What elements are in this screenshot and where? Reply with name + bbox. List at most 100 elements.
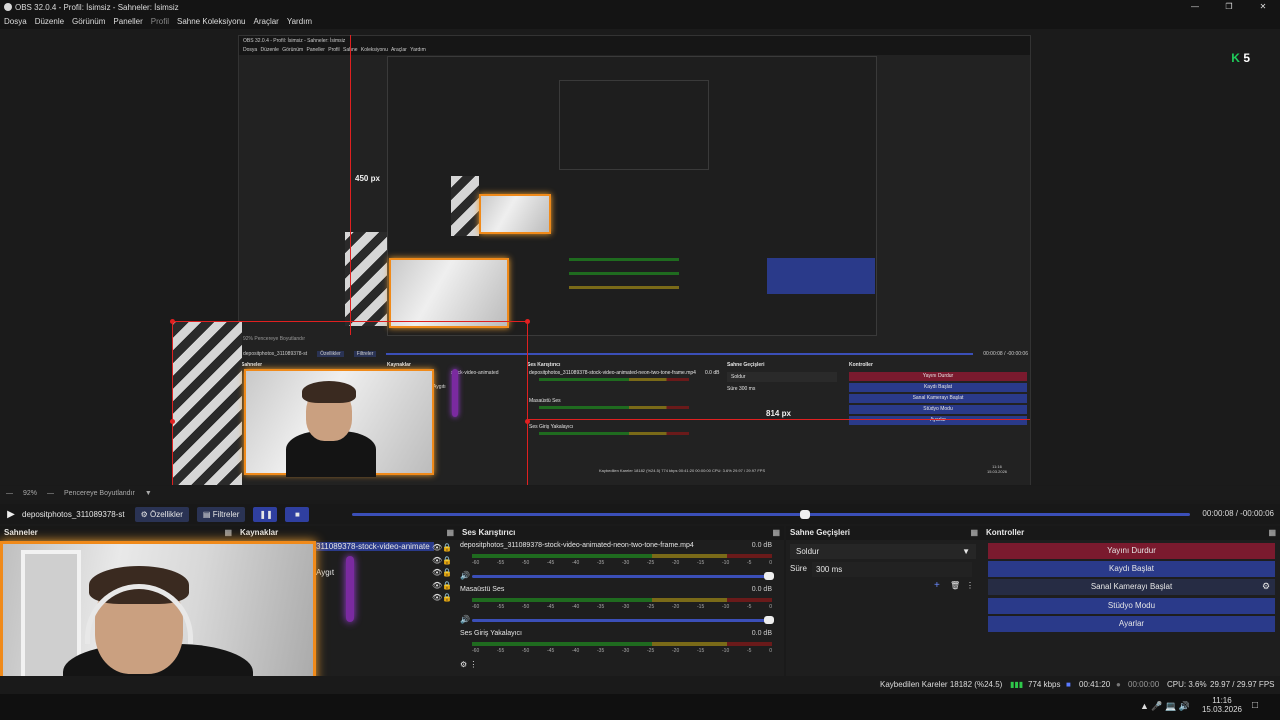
cpu-usage: CPU: 3.6%	[1167, 680, 1207, 689]
dock-options-icon[interactable]: ▦	[1268, 526, 1276, 540]
zoom-level[interactable]: 92%	[23, 490, 37, 497]
menu-paneller[interactable]: Paneller	[113, 17, 142, 26]
dock-options-icon[interactable]: ▦	[446, 526, 454, 540]
dock-options-icon[interactable]: ▦	[224, 526, 232, 540]
volume-slider[interactable]	[472, 572, 774, 580]
menu-sahne-koleksiyonu[interactable]: Sahne Koleksiyonu	[177, 17, 246, 26]
duration-input[interactable]: 300 ms	[812, 562, 972, 577]
close-icon[interactable]: ✕	[1246, 0, 1280, 14]
audio-mixer-dock: Ses Karıştırıcı ▦ depositphotos_311089378…	[458, 526, 784, 676]
menu-profil[interactable]: Profil	[151, 17, 169, 26]
source-item-selected[interactable]: 311089378-stock-video-animate	[316, 542, 434, 551]
minimize-icon[interactable]: —	[1178, 0, 1212, 14]
gear-icon: ⚙	[140, 509, 148, 519]
selection-outline	[527, 419, 1030, 420]
stop-button[interactable]: ■	[285, 506, 310, 522]
preview-webcam	[244, 369, 434, 477]
bitrate: 774 kbps	[1028, 680, 1061, 689]
stop-icon: ■	[294, 509, 300, 519]
preview-canvas[interactable]: K 5 OBS 32.0.4 - Profil: İsimsiz - Sahne…	[0, 29, 1280, 485]
maximize-icon[interactable]: ❐	[1212, 0, 1246, 14]
chevron-down-icon: ▼	[962, 547, 970, 556]
source-item[interactable]: Aygıt	[316, 568, 334, 577]
transitions-dock: Sahne Geçişleri ▦ Soldur ▼ Süre 300 ms + 🗑…	[786, 526, 982, 676]
nested-meter	[539, 406, 689, 409]
nested-sources-header: Kaynaklar	[387, 362, 411, 368]
resize-handle[interactable]	[170, 419, 175, 424]
volume-handle[interactable]	[764, 572, 774, 580]
filters-button[interactable]: ▤ Filtreler	[196, 506, 246, 522]
taskbar-clock[interactable]: 11:16 15.03.2026	[1200, 696, 1244, 714]
meter-scale: -60 -55 -50 -45 -40 -35 -30 -25 -20 -15 -10 -5 0	[472, 648, 772, 654]
status-bar: Kaybedilen Kareler 18182 (%24.5) ▮▮▮ 774…	[0, 676, 1280, 694]
mixer-track-2: Masaüstü Ses 0.0 dB -60 -55 -50 -45 -40 -35 -3…	[460, 586, 774, 624]
nested-clock: 11:16 15.03.2026	[987, 464, 1008, 474]
resize-handle[interactable]	[525, 419, 530, 424]
transition-select[interactable]: Soldur ▼	[790, 544, 976, 559]
volume-slider[interactable]	[472, 616, 774, 624]
selection-outline	[350, 35, 351, 335]
menu-dosya[interactable]: Dosya	[4, 17, 27, 26]
meter-scale: -60 -55 -50 -45 -40 -35 -30 -25 -20 -15 -10 -5 0	[472, 604, 772, 610]
stripe-pattern	[345, 232, 387, 326]
resize-handle[interactable]	[525, 319, 530, 324]
nested-source-item2: Aygıtı	[433, 384, 446, 390]
gear-icon[interactable]: ⚙	[1262, 581, 1270, 592]
pause-button[interactable]: ❚❚	[253, 506, 278, 522]
play-icon[interactable]: ▶	[0, 509, 22, 520]
trash-icon[interactable]: 🗑	[950, 581, 960, 590]
nested-webcam	[389, 258, 509, 328]
menu-yardim[interactable]: Yardım	[287, 17, 312, 26]
nested-scenes-header: Sahneler	[241, 362, 263, 368]
speaker-icon[interactable]: 🔊	[460, 571, 470, 580]
nested-mix-3: Ses Giriş Yakalayıcı	[529, 424, 574, 430]
volume-handle[interactable]	[764, 616, 774, 624]
height-label: 450 px	[355, 174, 380, 183]
nested-title: OBS 32.0.4 - Profil: İsimsiz - Sahneler:…	[239, 36, 1030, 46]
speaker-icon[interactable]: 🔊	[460, 615, 470, 624]
start-virtual-camera-button[interactable]: Sanal Kamerayı Başlat	[988, 579, 1275, 595]
menu-duzenle[interactable]: Düzenle	[35, 17, 64, 26]
scenes-header: Sahneler ▦	[0, 526, 236, 540]
add-icon[interactable]: +	[934, 580, 940, 591]
stop-streaming-button[interactable]: Yayını Durdur	[988, 543, 1275, 559]
dock-options-icon[interactable]: ▦	[970, 526, 978, 540]
obs-app-icon	[4, 3, 12, 11]
resize-handle[interactable]	[170, 319, 175, 324]
meter-scale: -60 -55 -50 -45 -40 -35 -30 -25 -20 -15 -10 -5 0	[472, 560, 772, 566]
mixer-settings-icon[interactable]: ⚙ ⋮	[460, 660, 477, 669]
audio-meter	[472, 642, 772, 646]
nested-mix-db: 0.0 dB	[705, 370, 720, 376]
selection-outline	[172, 321, 527, 322]
nested-webcam	[479, 194, 551, 234]
source-visibility-icons[interactable]: 👁🔒 👁🔒 👁🔒 👁🔒 👁🔒	[432, 542, 452, 605]
filter-icon: ▤	[202, 509, 211, 519]
nested-menu: Dosya Düzenle Görünüm Paneller Profil Sa…	[239, 46, 1030, 55]
nested-controls-header: Kontroller	[849, 362, 873, 368]
seek-bar[interactable]	[352, 510, 1190, 519]
studio-mode-button[interactable]: Stüdyo Modu	[988, 598, 1275, 614]
mixer-header: Ses Karıştırıcı ▦	[458, 526, 784, 540]
notification-icon[interactable]: □	[1252, 700, 1258, 711]
dropped-frames: Kaybedilen Kareler 18182 (%24.5)	[880, 680, 1003, 689]
start-recording-button[interactable]: Kaydı Başlat	[988, 561, 1275, 577]
stripe-pattern	[172, 321, 242, 485]
nested-zoom: 92% Pencereye Boyutlandır	[243, 336, 305, 342]
menu-gorunum[interactable]: Görünüm	[72, 17, 105, 26]
properties-button[interactable]: ⚙ Özellikler	[134, 506, 189, 522]
more-icon[interactable]: ⋮	[966, 581, 974, 590]
chevron-down-icon[interactable]: ▼	[145, 490, 152, 497]
tray-icons[interactable]: ▲ 🎤 💻 🔊	[1140, 701, 1190, 712]
mixer-track-1: depositphotos_311089378-stock-video-anim…	[460, 542, 774, 580]
dock-options-icon[interactable]: ▦	[772, 526, 780, 540]
fps: 29.97 / 29.97 FPS	[1210, 680, 1275, 689]
settings-button[interactable]: Ayarlar	[988, 616, 1275, 632]
nested-dur: Süre 300 ms	[727, 386, 756, 392]
nested-ctrl-3: Sanal Kamerayı Başlat	[849, 394, 1027, 403]
selection-outline	[172, 321, 173, 485]
duration-label: Süre	[790, 564, 807, 573]
menu-araclar[interactable]: Araçlar	[254, 17, 279, 26]
neon-frame-segment	[452, 369, 458, 417]
seek-handle[interactable]	[799, 510, 810, 519]
fit-to-window[interactable]: Pencereye Boyutlandır	[64, 490, 135, 497]
